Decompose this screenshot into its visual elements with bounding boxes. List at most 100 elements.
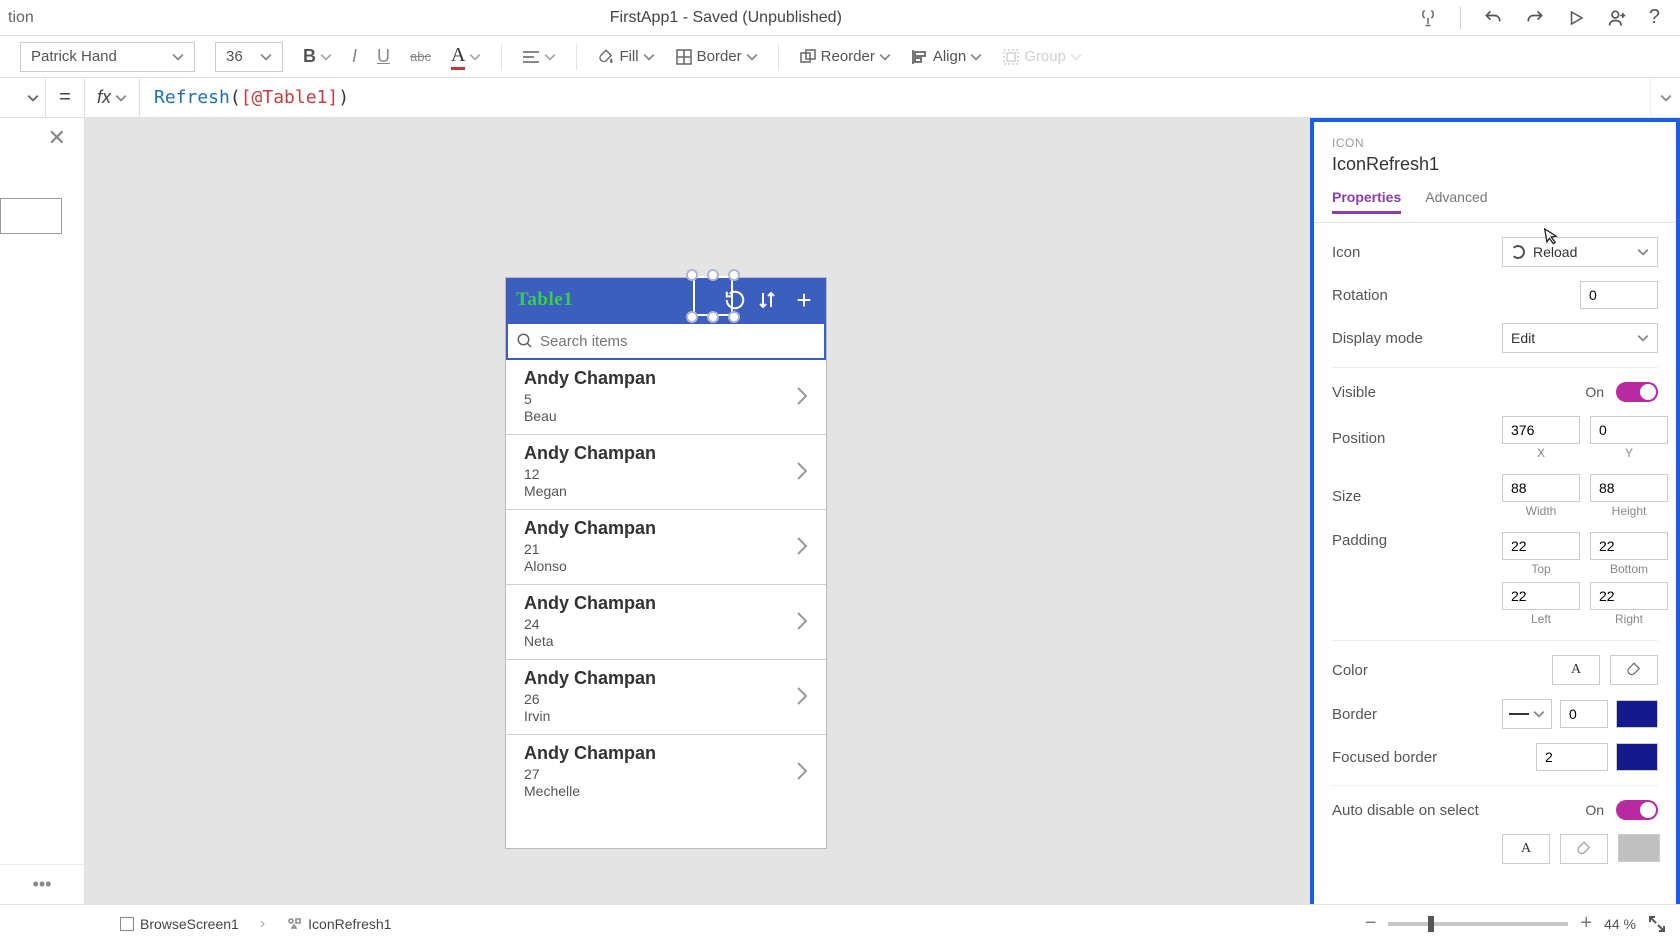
item-body: Alonso xyxy=(524,558,796,574)
breadcrumb-screen[interactable]: BrowseScreen1 xyxy=(109,910,250,938)
formula-paren-close: ) xyxy=(338,87,349,108)
left-label: Left xyxy=(1531,612,1551,626)
visible-toggle[interactable] xyxy=(1616,382,1658,402)
strikethrough-button[interactable]: abc xyxy=(410,49,431,64)
rotation-input[interactable] xyxy=(1580,281,1658,309)
list-item[interactable]: Andy Champan 5 Beau xyxy=(506,360,826,434)
fill-button[interactable]: Fill xyxy=(597,48,654,66)
font-size-selector[interactable]: 36 xyxy=(215,42,283,72)
fit-screen-button[interactable] xyxy=(1648,915,1666,933)
search-input[interactable] xyxy=(540,333,816,350)
disabled-fill-sample[interactable] xyxy=(1560,834,1608,864)
play-icon[interactable] xyxy=(1567,9,1585,27)
breadcrumb-control-label: IconRefresh1 xyxy=(308,916,391,932)
displaymode-select[interactable]: Edit xyxy=(1502,323,1658,353)
zoom-out-button[interactable]: − xyxy=(1365,912,1377,935)
sort-icon[interactable] xyxy=(758,290,782,310)
control-icon xyxy=(286,916,302,932)
list-item[interactable]: Andy Champan 24 Neta xyxy=(506,584,826,659)
font-selector[interactable]: Patrick Hand xyxy=(20,42,195,72)
close-panel-icon[interactable]: ✕ xyxy=(48,125,66,151)
help-icon[interactable]: ? xyxy=(1649,6,1660,29)
property-selector[interactable] xyxy=(0,92,45,104)
item-subtitle: 27 xyxy=(524,766,796,782)
font-color-sample[interactable]: A xyxy=(1552,655,1600,685)
group-button[interactable]: Group xyxy=(1002,48,1082,66)
displaymode-value: Edit xyxy=(1511,330,1535,346)
item-title: Andy Champan xyxy=(524,443,796,464)
right-label: Right xyxy=(1615,612,1643,626)
list-item[interactable]: Andy Champan 12 Megan xyxy=(506,434,826,509)
phone-preview: Table1 + Andy Champan 5 Beau And xyxy=(506,278,826,848)
padding-right-input[interactable] xyxy=(1590,582,1668,610)
undo-icon[interactable] xyxy=(1483,8,1503,28)
list-item[interactable]: Andy Champan 26 Irvin xyxy=(506,659,826,734)
formula-input[interactable]: Refresh([@Table1]) xyxy=(140,87,1650,108)
formula-arg: [@Table1] xyxy=(241,87,339,108)
search-icon xyxy=(516,332,534,350)
align-button[interactable]: Align xyxy=(911,48,982,66)
padding-left-input[interactable] xyxy=(1502,582,1580,610)
search-box[interactable] xyxy=(506,322,826,360)
border-button[interactable]: Border xyxy=(675,48,758,66)
icon-prop-value: Reload xyxy=(1533,244,1577,260)
ribbon-separator xyxy=(576,44,577,70)
border-color-swatch[interactable] xyxy=(1616,700,1658,728)
item-subtitle: 24 xyxy=(524,616,796,632)
title-left-fragment: tion xyxy=(8,9,34,27)
align-label: Align xyxy=(933,48,966,65)
title-divider xyxy=(1460,7,1461,29)
position-x-input[interactable] xyxy=(1502,416,1580,444)
fill-color-sample[interactable] xyxy=(1610,655,1658,685)
focused-border-width-input[interactable] xyxy=(1536,743,1608,771)
breadcrumb-control[interactable]: IconRefresh1 xyxy=(275,910,402,938)
text-align-button[interactable] xyxy=(522,50,556,64)
item-body: Neta xyxy=(524,633,796,649)
share-icon[interactable] xyxy=(1607,8,1627,28)
size-prop-label: Size xyxy=(1332,488,1492,505)
left-rail-more-button[interactable]: ••• xyxy=(0,864,84,904)
border-width-input[interactable] xyxy=(1560,700,1608,728)
displaymode-prop-label: Display mode xyxy=(1332,330,1492,347)
font-color-button[interactable]: A xyxy=(451,44,481,70)
item-title: Andy Champan xyxy=(524,368,796,389)
item-body: Megan xyxy=(524,483,796,499)
position-y-input[interactable] xyxy=(1590,416,1668,444)
visible-prop-label: Visible xyxy=(1332,384,1492,401)
bold-button[interactable]: B xyxy=(303,46,332,67)
gallery: Andy Champan 5 Beau Andy Champan 12 Mega… xyxy=(506,360,826,809)
control-name[interactable]: IconRefresh1 xyxy=(1332,154,1658,175)
reorder-button[interactable]: Reorder xyxy=(799,48,891,66)
icon-prop-select[interactable]: Reload xyxy=(1502,237,1658,267)
list-item[interactable]: Andy Champan 27 Mechelle xyxy=(506,734,826,809)
auto-disable-toggle[interactable] xyxy=(1616,800,1658,820)
canvas[interactable]: Table1 + Andy Champan 5 Beau And xyxy=(85,118,1310,904)
italic-button[interactable]: I xyxy=(352,46,357,67)
item-title: Andy Champan xyxy=(524,593,796,614)
auto-disable-state-label: On xyxy=(1585,802,1604,818)
focused-border-color-swatch[interactable] xyxy=(1616,743,1658,771)
disabled-font-sample[interactable]: A xyxy=(1502,834,1550,864)
redo-icon[interactable] xyxy=(1525,8,1545,28)
rotation-prop-label: Rotation xyxy=(1332,287,1492,304)
padding-bottom-input[interactable] xyxy=(1590,532,1668,560)
disabled-color-swatch[interactable] xyxy=(1618,834,1660,862)
padding-top-input[interactable] xyxy=(1502,532,1580,560)
formula-expand-button[interactable] xyxy=(1650,78,1680,117)
app-checker-icon[interactable] xyxy=(1418,8,1438,28)
tab-advanced[interactable]: Advanced xyxy=(1425,189,1487,222)
equals-sign: = xyxy=(45,78,85,117)
screen-thumbnail[interactable] xyxy=(0,198,62,234)
list-item[interactable]: Andy Champan 21 Alonso xyxy=(506,509,826,584)
border-style-select[interactable] xyxy=(1502,699,1552,729)
underline-button[interactable]: U xyxy=(377,46,390,67)
fx-button[interactable]: fx xyxy=(85,78,140,117)
font-size-value: 36 xyxy=(226,48,243,65)
add-icon[interactable]: + xyxy=(792,285,816,316)
zoom-slider[interactable] xyxy=(1388,922,1568,926)
size-width-input[interactable] xyxy=(1502,474,1580,502)
item-title: Andy Champan xyxy=(524,668,796,689)
zoom-in-button[interactable]: + xyxy=(1580,912,1592,935)
size-height-input[interactable] xyxy=(1590,474,1668,502)
tab-properties[interactable]: Properties xyxy=(1332,189,1401,222)
